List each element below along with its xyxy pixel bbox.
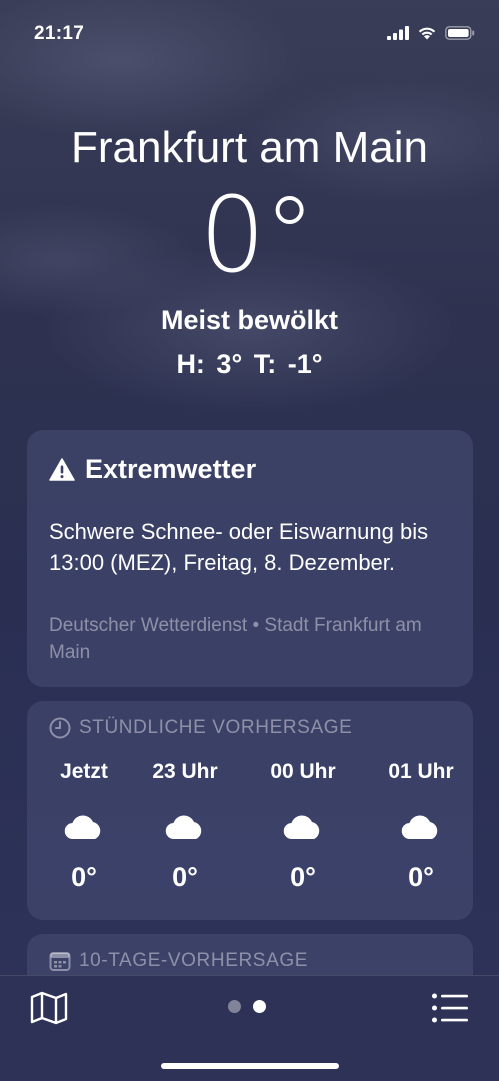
status-icons <box>387 25 475 40</box>
cloud-icon <box>283 815 320 840</box>
status-bar: 21:17 <box>0 0 499 70</box>
hour-item: 01 Uhr 0° <box>376 759 466 893</box>
cellular-signal-icon <box>387 25 409 40</box>
alert-title: Extremwetter <box>49 454 256 485</box>
alert-description: Schwere Schnee- oder Eiswarnung bis 13:0… <box>49 519 429 575</box>
hourly-forecast-title: STÜNDLICHE VORHERSAGE <box>79 717 353 738</box>
alert-source: Deutscher Wetterdienst • Stadt Frankfurt… <box>49 615 422 663</box>
calendar-icon <box>49 952 71 971</box>
hour-temperature: 0° <box>290 862 316 892</box>
current-condition: Meist bewölkt <box>160 305 339 335</box>
cloud-icon <box>64 815 101 840</box>
hourly-forecast-card[interactable]: STÜNDLICHE VORHERSAGE Jetzt 0° 23 Uhr 0°… <box>27 701 473 920</box>
warning-icon <box>49 458 75 481</box>
page-dot-active[interactable] <box>253 1000 266 1013</box>
list-icon[interactable] <box>431 992 469 1024</box>
wifi-icon <box>418 27 436 40</box>
cloud-icon <box>401 815 438 840</box>
current-weather: Frankfurt am Main 0° Meist bewölkt H: 3°… <box>0 120 499 380</box>
hour-item: Jetzt 0° <box>39 759 129 893</box>
hour-label: 23 Uhr <box>152 760 218 783</box>
page-dot[interactable] <box>228 1000 241 1013</box>
high-low-temperature: H: 3° T: -1° <box>176 349 323 379</box>
hour-label: Jetzt <box>60 760 108 783</box>
home-indicator[interactable] <box>161 1063 339 1069</box>
clock-icon <box>49 717 71 739</box>
current-temperature: 0° <box>199 174 315 296</box>
hourly-forecast-header: STÜNDLICHE VORHERSAGE <box>49 717 352 739</box>
hour-item: 23 Uhr 0° <box>140 759 230 893</box>
page-indicator[interactable] <box>228 1000 266 1013</box>
hour-item: 00 Uhr 0° <box>258 759 348 893</box>
status-time: 21:17 <box>34 23 85 44</box>
city-name: Frankfurt am Main <box>71 123 428 172</box>
severe-weather-card[interactable]: Extremwetter Schwere Schnee- oder Eiswar… <box>27 430 473 687</box>
hour-label: 01 Uhr <box>388 760 454 783</box>
daily-forecast-header: 10-TAGE-VORHERSAGE <box>49 950 308 972</box>
daily-forecast-title: 10-TAGE-VORHERSAGE <box>79 950 308 971</box>
battery-icon <box>445 25 475 40</box>
hour-temperature: 0° <box>172 862 198 892</box>
alert-title-text: Extremwetter <box>85 454 257 484</box>
hour-temperature: 0° <box>408 862 434 892</box>
hour-label: 00 Uhr <box>270 760 336 783</box>
cloud-icon <box>165 815 202 840</box>
hour-temperature: 0° <box>71 862 97 892</box>
map-icon[interactable] <box>30 991 68 1025</box>
